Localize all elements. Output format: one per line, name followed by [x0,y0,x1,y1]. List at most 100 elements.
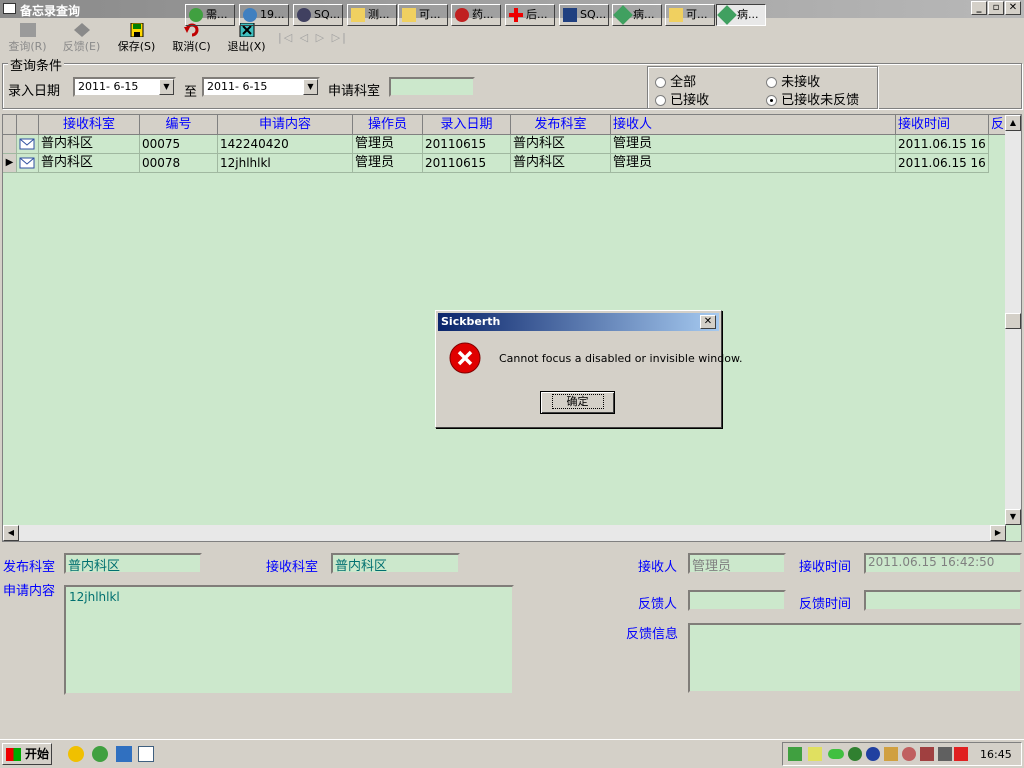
cell: 管理员 [611,135,896,154]
sql-icon [297,8,311,22]
tray-app-icon[interactable] [920,747,934,761]
taskbar-item[interactable]: 可... [398,4,448,26]
taskbar-item[interactable]: SQ... [293,4,343,26]
tray-app-icon[interactable] [954,747,968,761]
feedback-info-textarea[interactable] [688,623,1022,693]
tray-app-icon[interactable] [938,747,952,761]
error-dialog: Sickberth ✕ Cannot focus a disabled or i… [435,310,742,428]
app-icon [613,5,633,25]
radio-received-no-feedback[interactable]: 已接收未反馈 [766,89,859,108]
column-header[interactable]: 操作员 [353,115,423,135]
scroll-up-icon[interactable]: ▲ [1005,115,1021,131]
receiver-field[interactable]: 管理员 [688,553,786,574]
network-icon[interactable] [788,747,802,761]
taskbar-item[interactable]: 测... [347,4,397,26]
volume-icon[interactable] [884,747,898,761]
row-indicator-header [3,115,17,135]
app-launch-icon[interactable] [68,746,84,762]
vertical-scrollbar[interactable]: ▲ ▼ [1005,115,1021,525]
column-header[interactable]: 录入日期 [423,115,511,135]
start-button[interactable]: 开始 [2,743,52,765]
taskbar-item[interactable]: 19... [239,4,289,26]
cell: 普内科区 [511,135,611,154]
feedback-info-label: 反馈信息 [626,627,679,642]
feedback-time-field[interactable] [864,590,1022,611]
cell: 管理员 [611,154,896,173]
scroll-thumb[interactable] [1005,313,1021,329]
taskbar-item[interactable]: 后... [505,4,555,26]
app-icon [243,8,257,22]
editor-launch-icon[interactable] [116,746,132,762]
feedback-person-label: 反馈人 [638,597,678,612]
horizontal-scrollbar[interactable]: ◀ ▶ [3,525,1006,541]
taskbar-item[interactable]: SQ... [559,4,609,26]
folder-icon [402,8,416,22]
tray-app-icon[interactable] [828,749,844,759]
radio-circle [655,77,666,88]
mail-icon [17,135,39,154]
close-button[interactable]: ✕ [1005,1,1021,15]
tray-app-icon[interactable] [848,747,862,761]
taskbar-item[interactable]: 需... [185,4,235,26]
column-header[interactable]: 发布科室 [511,115,611,135]
column-header[interactable]: 接收科室 [39,115,140,135]
query-icon [19,23,36,37]
date-to-picker[interactable]: 2011- 6-15 ▼ [202,77,320,97]
ok-button[interactable]: 确定 [540,391,615,414]
cancel-button[interactable]: 取消(C) [164,22,219,56]
recv-time-field[interactable]: 2011.06.15 16:42:50 [864,553,1022,574]
feedback-time-label: 反馈时间 [799,597,852,612]
taskbar-item-active[interactable]: 病... [716,4,766,26]
dept-input[interactable] [389,77,475,97]
column-header[interactable]: 接收时间 [896,115,989,135]
first-record-button[interactable]: |◁ [278,31,294,44]
scroll-right-icon[interactable]: ▶ [990,525,1006,541]
cell: 2011.06.15 16 [896,135,989,154]
dialog-close-icon[interactable]: ✕ [700,315,716,329]
icon-column-header [17,115,39,135]
cell: 20110615 [423,135,511,154]
to-label: 至 [184,85,198,100]
minimize-button[interactable]: _ [971,1,987,15]
cell: 普内科区 [511,154,611,173]
save-button[interactable]: 保存(S) [109,22,164,56]
scroll-left-icon[interactable]: ◀ [3,525,19,541]
speaker-icon[interactable] [808,747,822,761]
radio-all[interactable]: 全部 [655,71,696,90]
cell: 142240420 [218,135,353,154]
last-record-button[interactable]: ▷| [332,31,348,44]
query-group-title: 查询条件 [8,55,65,74]
pub-dept-field[interactable]: 普内科区 [64,553,202,574]
exit-button[interactable]: 退出(X) [219,22,274,56]
radio-received[interactable]: 已接收 [655,89,709,108]
column-header[interactable]: 申请内容 [218,115,353,135]
column-header[interactable]: 编号 [140,115,218,135]
recv-dept-field[interactable]: 普内科区 [331,553,460,574]
tray-app-icon[interactable] [866,747,880,761]
cell: 00075 [140,135,218,154]
taskbar-item[interactable]: 病... [612,4,662,26]
feedback-button[interactable]: 反馈(E) [54,22,109,56]
notepad-launch-icon[interactable] [138,746,154,762]
save-icon [129,22,145,38]
date-from-picker[interactable]: 2011- 6-15 ▼ [73,77,176,97]
next-record-button[interactable]: ▷ [316,31,326,44]
taskbar-item[interactable]: 药... [451,4,501,26]
recv-time-label: 接收时间 [799,560,852,575]
cell: 普内科区 [39,135,140,154]
refresh-launch-icon[interactable] [92,746,108,762]
taskbar-item[interactable]: 可... [665,4,715,26]
maximize-button[interactable]: ▫ [988,1,1004,15]
dropdown-arrow-icon[interactable]: ▼ [303,79,318,95]
feedback-person-field[interactable] [688,590,786,611]
scroll-down-icon[interactable]: ▼ [1005,509,1021,525]
content-textarea[interactable]: 12jhlhlkl [64,585,514,695]
receiver-label: 接收人 [638,560,678,575]
dropdown-arrow-icon[interactable]: ▼ [159,79,174,95]
prev-record-button[interactable]: ◁ [300,31,310,44]
radio-not-received[interactable]: 未接收 [766,71,820,90]
query-button[interactable]: 查询(R) [0,22,55,56]
radio-circle [766,77,777,88]
column-header[interactable]: 接收人 [611,115,896,135]
tray-app-icon[interactable] [902,747,916,761]
